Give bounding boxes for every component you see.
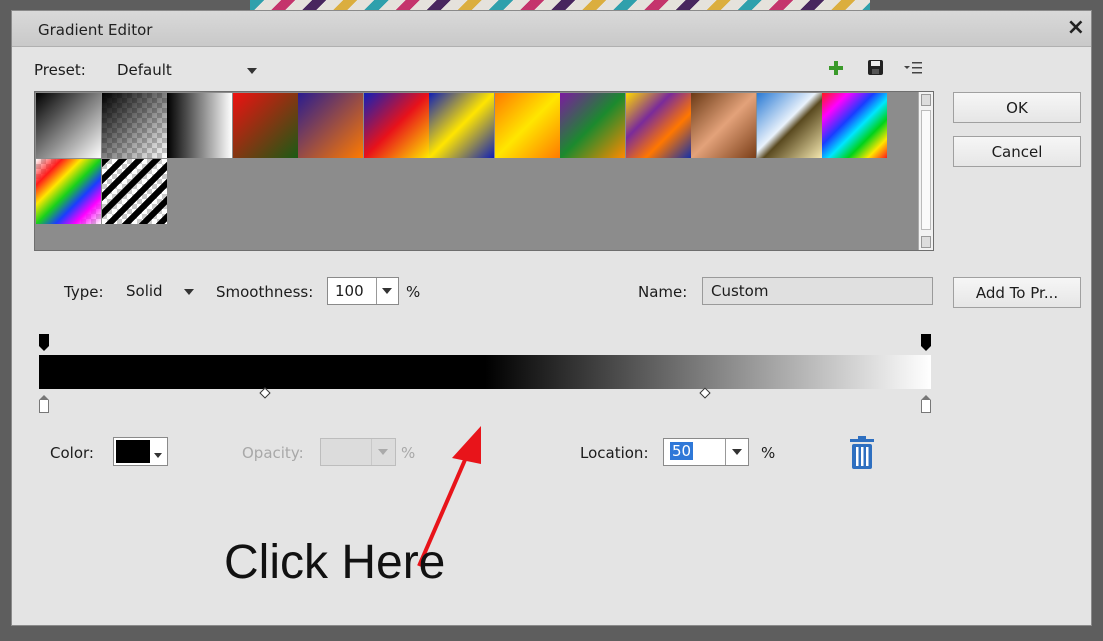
preset-scrollbar[interactable]: [918, 92, 933, 250]
swatch-copper[interactable]: [691, 93, 756, 158]
swatch-yellow-violet-orange-blue[interactable]: [625, 93, 691, 158]
swatch-violet-orange[interactable]: [298, 93, 363, 158]
swatch-spectrum[interactable]: [822, 93, 887, 158]
title-bar[interactable]: Gradient Editor ×: [12, 11, 1091, 47]
opacity-midpoint[interactable]: [259, 387, 271, 399]
ok-button-label: OK: [1006, 98, 1028, 117]
swatch-violet-green-orange[interactable]: [560, 93, 625, 158]
add-to-preset-button[interactable]: Add To Pr...: [953, 277, 1081, 308]
smoothness-label: Smoothness:: [216, 283, 314, 301]
cancel-button-label: Cancel: [991, 142, 1043, 161]
name-label: Name:: [638, 283, 688, 301]
type-value: Solid: [126, 282, 163, 300]
name-field[interactable]: Custom: [702, 277, 933, 305]
type-label: Type:: [64, 283, 104, 301]
opacity-stop-right[interactable]: [921, 334, 931, 351]
preset-swatch-grid: [34, 91, 934, 251]
chevron-down-icon: [184, 289, 194, 295]
click-here-annotation: Click Here: [224, 536, 446, 589]
swatch-blue-red-yellow[interactable]: [363, 93, 429, 158]
swatch-transparent-rainbow[interactable]: [36, 158, 101, 224]
opacity-dropdown: [371, 439, 395, 465]
color-swatch: [116, 440, 150, 463]
location-dropdown[interactable]: [725, 439, 748, 465]
preset-label: Preset:: [34, 61, 86, 79]
menu-icon[interactable]: [904, 61, 922, 79]
swatch-orange-yellow-orange[interactable]: [494, 93, 560, 158]
smoothness-unit: %: [406, 283, 421, 301]
chevron-down-icon: [154, 453, 162, 458]
location-label: Location:: [580, 444, 649, 462]
color-stop-right[interactable]: [921, 395, 931, 413]
gradient-bar[interactable]: [39, 355, 931, 389]
color-label: Color:: [50, 444, 94, 462]
gradient-editor-dialog: Gradient Editor × Preset: Default OK Can…: [11, 10, 1092, 626]
color-swatch-picker[interactable]: [113, 437, 168, 466]
add-to-preset-label: Add To Pr...: [975, 283, 1059, 302]
scroll-up-icon[interactable]: [921, 94, 931, 106]
location-value: 50: [670, 442, 694, 460]
color-midpoint[interactable]: [699, 387, 711, 399]
type-dropdown[interactable]: Solid: [115, 277, 203, 305]
scroll-down-icon[interactable]: [921, 236, 931, 248]
opacity-stop-left[interactable]: [39, 334, 49, 351]
swatch-red-green[interactable]: [232, 93, 298, 158]
opacity-field: [320, 438, 396, 466]
smoothness-value: 100: [335, 282, 364, 300]
chevron-down-icon: [732, 449, 742, 455]
swatch-foreground-to-transparent[interactable]: [101, 93, 167, 158]
preset-value: Default: [117, 61, 172, 79]
swatch-chrome[interactable]: [756, 93, 822, 158]
smoothness-field[interactable]: 100: [327, 277, 399, 305]
location-unit: %: [761, 444, 776, 462]
location-field[interactable]: 50: [663, 438, 749, 466]
chevron-down-icon: [382, 288, 392, 294]
save-icon[interactable]: [868, 60, 883, 79]
add-icon[interactable]: [829, 61, 843, 79]
opacity-label: Opacity:: [242, 444, 304, 462]
trash-icon[interactable]: [850, 436, 874, 473]
swatch-black-white[interactable]: [167, 93, 232, 158]
color-stop-left[interactable]: [39, 395, 49, 413]
smoothness-dropdown[interactable]: [376, 278, 398, 304]
chevron-down-icon: [247, 68, 257, 74]
cancel-button[interactable]: Cancel: [953, 136, 1081, 167]
close-icon[interactable]: ×: [1067, 15, 1085, 41]
scroll-thumb[interactable]: [921, 110, 931, 230]
name-value: Custom: [711, 282, 769, 300]
preset-dropdown[interactable]: Default: [106, 56, 266, 84]
dialog-title: Gradient Editor: [38, 21, 153, 39]
swatch-foreground-to-background[interactable]: [36, 93, 101, 158]
swatch-blue-yellow-blue[interactable]: [429, 93, 494, 158]
swatch-transparent-stripes[interactable]: [101, 158, 167, 224]
ok-button[interactable]: OK: [953, 92, 1081, 123]
chevron-down-icon: [378, 449, 388, 455]
